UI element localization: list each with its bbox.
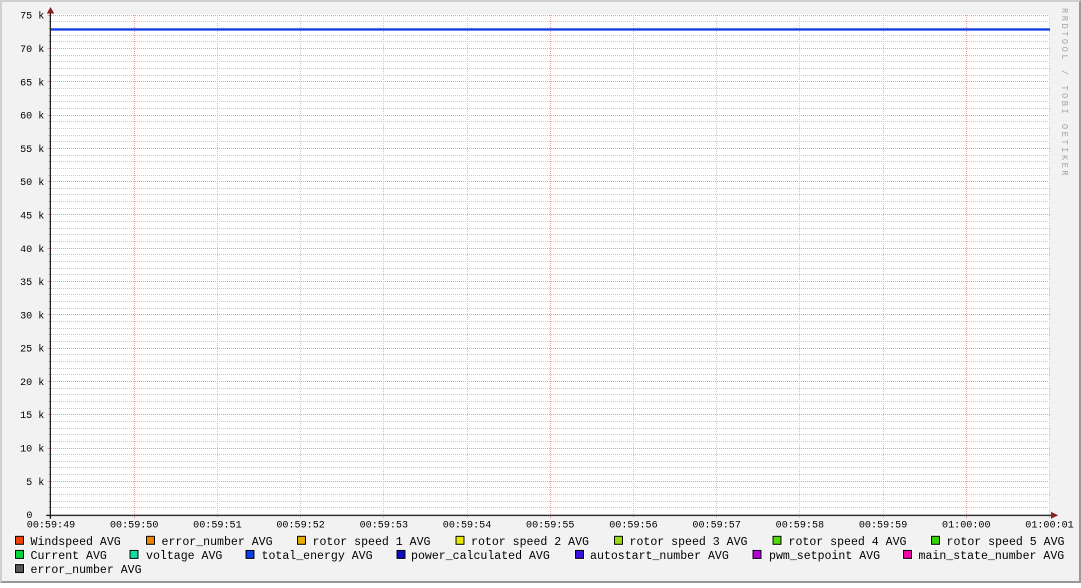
svg-text:rotor speed 4 AVG: rotor speed 4 AVG: [789, 536, 907, 549]
svg-text:50 k: 50 k: [20, 177, 44, 189]
svg-text:75 k: 75 k: [20, 11, 44, 23]
svg-text:00:59:50: 00:59:50: [110, 520, 158, 531]
svg-text:00:59:53: 00:59:53: [360, 520, 408, 531]
svg-text:5 k: 5 k: [26, 477, 44, 489]
svg-text:00:59:57: 00:59:57: [692, 520, 740, 531]
svg-text:01:00:01: 01:00:01: [1025, 520, 1073, 531]
svg-text:Current AVG: Current AVG: [31, 550, 107, 563]
svg-text:total_energy AVG: total_energy AVG: [262, 550, 373, 563]
svg-text:00:59:51: 00:59:51: [193, 520, 241, 531]
svg-text:error_number AVG: error_number AVG: [31, 564, 142, 577]
svg-text:error_number AVG: error_number AVG: [162, 536, 273, 549]
svg-text:RRDTOOL / TOBI OETIKER: RRDTOOL / TOBI OETIKER: [1059, 8, 1069, 178]
svg-text:rotor speed 2 AVG: rotor speed 2 AVG: [471, 536, 589, 549]
svg-text:45 k: 45 k: [20, 210, 44, 222]
svg-text:voltage AVG: voltage AVG: [146, 550, 222, 563]
svg-text:rotor speed 5 AVG: rotor speed 5 AVG: [947, 536, 1065, 549]
svg-text:15 k: 15 k: [20, 410, 44, 422]
svg-text:30 k: 30 k: [20, 310, 44, 322]
svg-text:01:00:00: 01:00:00: [942, 520, 990, 531]
svg-text:00:59:52: 00:59:52: [276, 520, 324, 531]
svg-text:rotor speed 1 AVG: rotor speed 1 AVG: [313, 536, 431, 549]
svg-text:00:59:54: 00:59:54: [443, 520, 491, 531]
svg-text:55 k: 55 k: [20, 144, 44, 156]
svg-text:pwm_setpoint AVG: pwm_setpoint AVG: [769, 550, 880, 563]
svg-text:40 k: 40 k: [20, 244, 44, 256]
svg-text:00:59:59: 00:59:59: [859, 520, 907, 531]
svg-text:main_state_number AVG: main_state_number AVG: [919, 550, 1065, 563]
svg-text:65 k: 65 k: [20, 77, 44, 89]
svg-text:power_calculated AVG: power_calculated AVG: [411, 550, 550, 563]
svg-text:Windspeed AVG: Windspeed AVG: [31, 536, 121, 549]
svg-text:20 k: 20 k: [20, 377, 44, 389]
svg-text:70 k: 70 k: [20, 44, 44, 56]
svg-text:25 k: 25 k: [20, 344, 44, 356]
svg-text:00:59:55: 00:59:55: [526, 520, 574, 531]
svg-text:35 k: 35 k: [20, 277, 44, 289]
svg-text:rotor speed 3 AVG: rotor speed 3 AVG: [630, 536, 748, 549]
svg-text:00:59:56: 00:59:56: [609, 520, 657, 531]
svg-text:60 k: 60 k: [20, 111, 44, 123]
svg-text:10 k: 10 k: [20, 444, 44, 456]
svg-text:00:59:58: 00:59:58: [776, 520, 824, 531]
svg-text:00:59:49: 00:59:49: [27, 520, 75, 531]
svg-text:autostart_number AVG: autostart_number AVG: [590, 550, 729, 563]
